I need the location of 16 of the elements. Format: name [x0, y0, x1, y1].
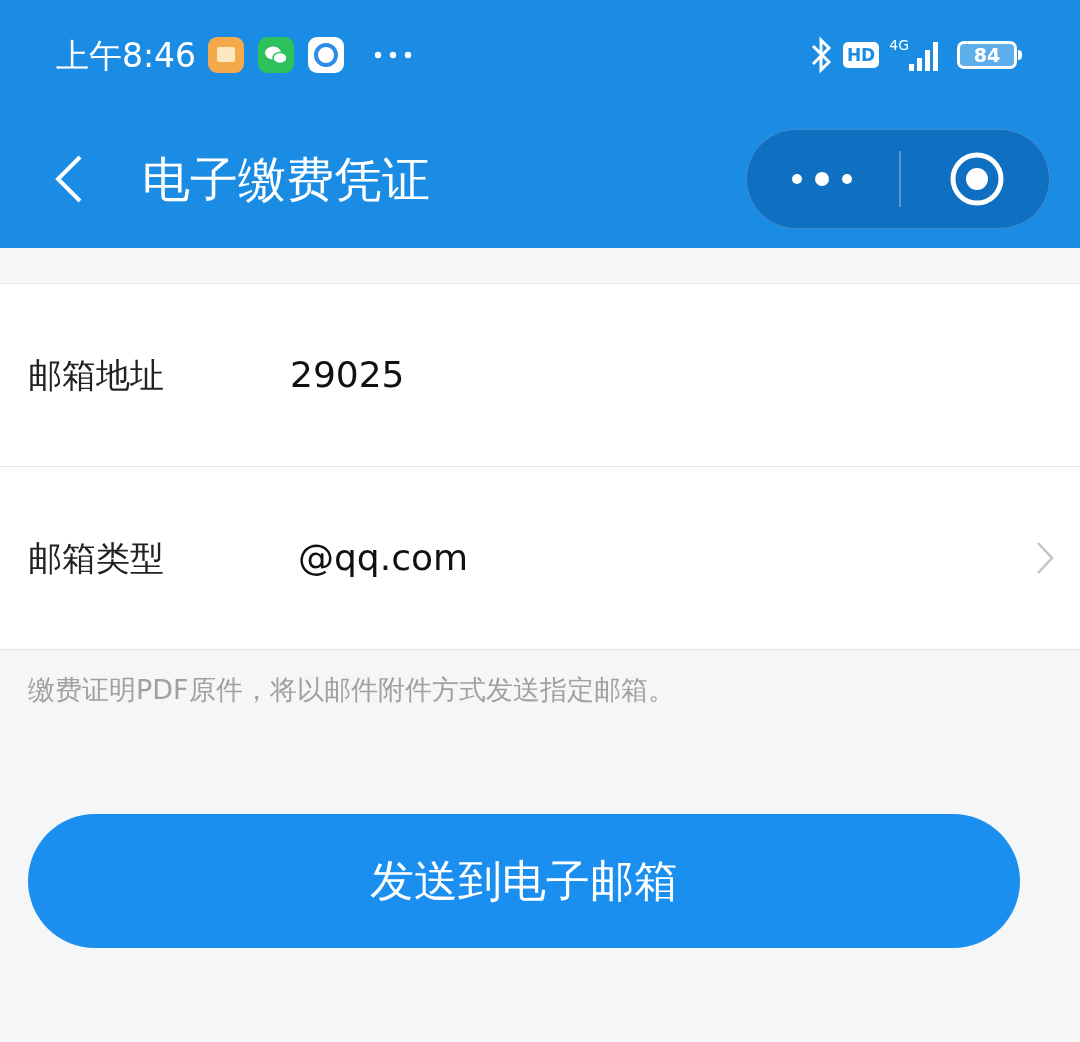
field-label: 邮箱类型 [28, 536, 165, 580]
close-icon[interactable] [949, 151, 1005, 207]
email-type-select[interactable]: @qq.com [298, 531, 469, 585]
more-icon[interactable] [791, 172, 853, 186]
network-label: 4G [889, 38, 909, 52]
more-icon [374, 51, 413, 59]
chat-app-icon [258, 37, 295, 73]
chevron-right-icon [1036, 541, 1054, 575]
browser-app-icon [308, 37, 345, 73]
gallery-app-icon [208, 37, 245, 73]
page-title: 电子缴费凭证 [142, 155, 430, 203]
hd-badge: HD [842, 42, 880, 68]
field-label: 邮箱地址 [28, 353, 165, 397]
email-input-field[interactable]: 29025 [290, 348, 405, 402]
status-time: 上午8:46 [56, 38, 197, 72]
hint-text: 缴费证明PDF原件，将以邮件附件方式发送指定邮箱。 [27, 673, 676, 707]
